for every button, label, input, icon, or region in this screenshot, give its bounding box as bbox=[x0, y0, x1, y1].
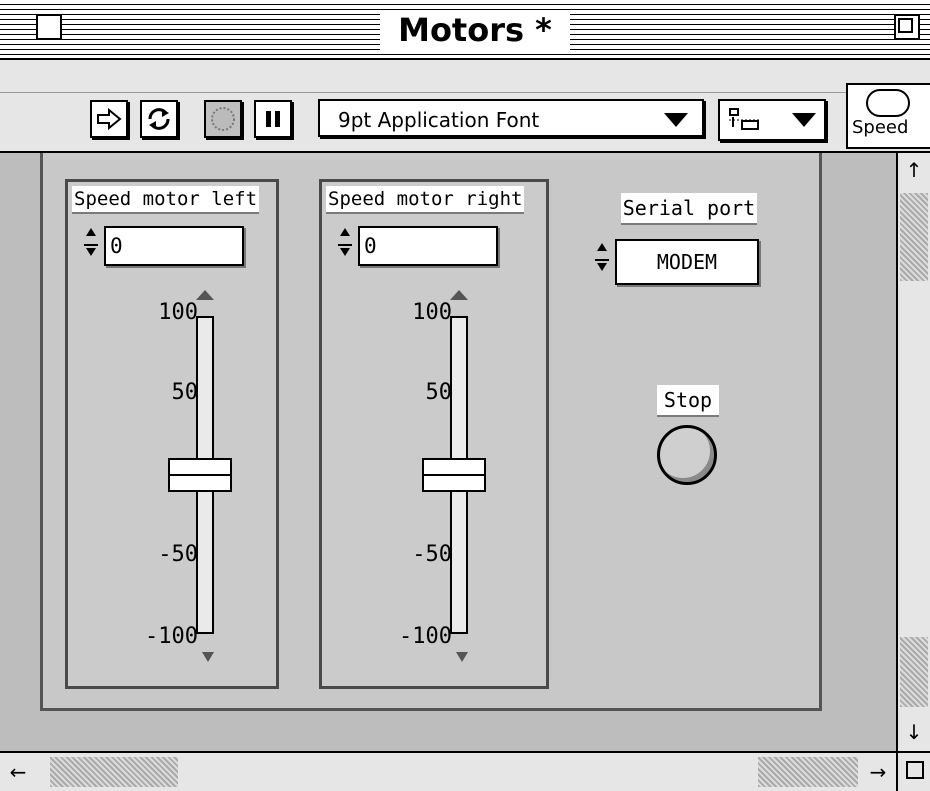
scroll-left-arrow-icon[interactable]: ← bbox=[2, 753, 34, 791]
stop-button[interactable] bbox=[657, 425, 717, 485]
run-continuously-glyph bbox=[148, 108, 170, 130]
font-select[interactable]: 9pt Application Font bbox=[318, 99, 704, 137]
run-arrow-icon[interactable] bbox=[90, 100, 128, 138]
serial-port-label: Serial port bbox=[621, 193, 757, 225]
zoom-box-icon[interactable] bbox=[894, 14, 920, 40]
chevron-down-icon bbox=[664, 113, 688, 127]
speed-motor-right-label: Speed motor right bbox=[326, 186, 525, 214]
slider-down-arrow-icon[interactable] bbox=[202, 652, 214, 662]
align-objects-icon bbox=[729, 108, 760, 130]
scale-label: -100 bbox=[399, 624, 452, 649]
scale-label: 50 bbox=[171, 380, 199, 405]
increment-decrement-icon[interactable] bbox=[595, 241, 609, 285]
horizontal-scroll-track[interactable] bbox=[50, 757, 178, 787]
horizontal-scrollbar[interactable]: ← → bbox=[0, 751, 896, 791]
run-continuously-icon[interactable] bbox=[140, 100, 178, 138]
vertical-scroll-track[interactable] bbox=[900, 637, 928, 707]
context-help-label: Speed bbox=[852, 117, 909, 138]
slider-down-arrow-icon[interactable] bbox=[456, 652, 468, 662]
increment-decrement-icon[interactable] bbox=[338, 226, 352, 266]
serial-port-ring: MODEM bbox=[595, 239, 775, 287]
front-panel: Speed motor left 0 100 50 0 -50 -100 Spe… bbox=[0, 153, 896, 751]
serial-port-value[interactable]: MODEM bbox=[615, 239, 759, 285]
slider-up-arrow-icon[interactable] bbox=[196, 290, 214, 300]
speed-motor-left-input[interactable]: 0 bbox=[104, 226, 244, 266]
pause-glyph bbox=[266, 111, 280, 127]
speed-motor-right-group: Speed motor right 0 100 50 0 -50 -100 bbox=[319, 179, 549, 689]
slider-up-arrow-icon[interactable] bbox=[450, 290, 468, 300]
title-bar[interactable]: Motors * bbox=[0, 0, 930, 60]
scale-label: -100 bbox=[145, 624, 198, 649]
context-help-box[interactable]: Speed bbox=[846, 83, 930, 149]
speed-motor-left-group: Speed motor left 0 100 50 0 -50 -100 bbox=[65, 179, 279, 689]
scroll-down-arrow-icon[interactable]: ↓ bbox=[898, 715, 930, 749]
align-objects-select[interactable] bbox=[718, 99, 826, 141]
close-box-icon[interactable] bbox=[36, 14, 62, 40]
scroll-right-arrow-icon[interactable]: → bbox=[862, 753, 894, 791]
increment-decrement-icon[interactable] bbox=[84, 226, 98, 266]
scale-label: 100 bbox=[158, 300, 198, 325]
panel-frame: Speed motor left 0 100 50 0 -50 -100 Spe… bbox=[40, 153, 822, 711]
scale-label: -50 bbox=[412, 542, 452, 567]
scale-label: 50 bbox=[425, 380, 453, 405]
resize-box-icon[interactable] bbox=[896, 751, 930, 791]
speed-motor-right-slider-thumb[interactable] bbox=[422, 458, 486, 492]
run-arrow-glyph bbox=[97, 108, 122, 130]
horizontal-scroll-track[interactable] bbox=[758, 757, 858, 787]
scale-label: 100 bbox=[412, 300, 452, 325]
pause-icon[interactable] bbox=[254, 100, 292, 138]
toolbar: 9pt Application Font Speed bbox=[0, 83, 930, 153]
chevron-down-icon bbox=[792, 113, 816, 127]
vertical-scroll-track[interactable] bbox=[900, 193, 928, 281]
scroll-up-arrow-icon[interactable]: ↑ bbox=[898, 153, 930, 187]
stop-label: Stop bbox=[657, 385, 719, 417]
speed-motor-left-label: Speed motor left bbox=[72, 186, 260, 214]
vi-window: Motors * 9pt Application Font Speed Spee… bbox=[0, 0, 930, 791]
font-select-value: 9pt Application Font bbox=[338, 108, 540, 132]
abort-glyph bbox=[211, 107, 235, 131]
menu-strip bbox=[0, 60, 930, 93]
speed-control-icon bbox=[866, 89, 910, 117]
vertical-scrollbar[interactable]: ↑ ↓ bbox=[896, 153, 930, 751]
speed-motor-left-slider-thumb[interactable] bbox=[168, 458, 232, 492]
window-title: Motors * bbox=[380, 10, 570, 50]
speed-motor-right-input[interactable]: 0 bbox=[358, 226, 498, 266]
scale-label: -50 bbox=[158, 542, 198, 567]
abort-icon[interactable] bbox=[204, 100, 242, 138]
